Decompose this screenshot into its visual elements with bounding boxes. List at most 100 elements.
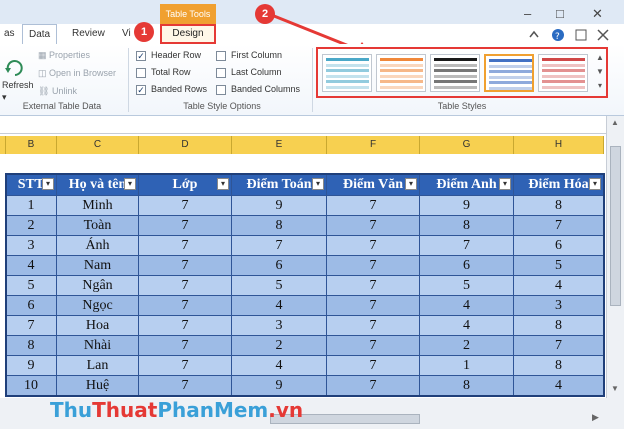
- table-style-swatch-4[interactable]: [484, 54, 534, 92]
- table-cell[interactable]: 7: [6, 316, 57, 336]
- table-cell[interactable]: 7: [420, 236, 514, 256]
- table-cell[interactable]: 7: [327, 336, 420, 356]
- column-letter-header[interactable]: H: [514, 136, 604, 154]
- table-cell[interactable]: 2: [420, 336, 514, 356]
- column-letter-header[interactable]: D: [139, 136, 232, 154]
- header-row-checkbox[interactable]: ✓: [136, 51, 146, 61]
- tab-data[interactable]: Data: [22, 24, 58, 44]
- table-cell[interactable]: Minh: [57, 196, 139, 216]
- table-cell[interactable]: 8: [232, 216, 327, 236]
- table-cell[interactable]: 8: [514, 316, 604, 336]
- filter-dropdown-icon[interactable]: ▾: [42, 178, 54, 190]
- table-cell[interactable]: 7: [139, 296, 232, 316]
- table-style-swatch-5[interactable]: [538, 54, 588, 92]
- table-cell[interactable]: 6: [6, 296, 57, 316]
- filter-dropdown-icon[interactable]: ▾: [499, 178, 511, 190]
- open-in-browser-button[interactable]: ◫ Open in Browser: [38, 68, 116, 79]
- table-cell[interactable]: 6: [514, 236, 604, 256]
- formula-bar[interactable]: [0, 116, 624, 134]
- table-header-cell[interactable]: Lớp ▾: [139, 174, 232, 196]
- table-cell[interactable]: 5: [232, 276, 327, 296]
- table-cell[interactable]: 2: [6, 216, 57, 236]
- table-cell[interactable]: 7: [139, 216, 232, 236]
- scroll-right-icon[interactable]: ▶: [592, 412, 599, 423]
- table-style-swatch-2[interactable]: [376, 54, 426, 92]
- table-cell[interactable]: 5: [6, 276, 57, 296]
- table-cell[interactable]: 7: [327, 276, 420, 296]
- column-letter-header[interactable]: B: [6, 136, 57, 154]
- table-cell[interactable]: 6: [232, 256, 327, 276]
- table-cell[interactable]: 1: [6, 196, 57, 216]
- table-cell[interactable]: 10: [6, 376, 57, 396]
- table-cell[interactable]: 4: [514, 376, 604, 396]
- first-column-checkbox[interactable]: [216, 51, 226, 61]
- table-style-swatch-3[interactable]: [430, 54, 480, 92]
- column-letter-header[interactable]: F: [327, 136, 420, 154]
- table-cell[interactable]: 9: [6, 356, 57, 376]
- refresh-button[interactable]: Refresh: [2, 80, 34, 90]
- table-cell[interactable]: 7: [327, 216, 420, 236]
- table-cell[interactable]: 8: [6, 336, 57, 356]
- tab-home-partial[interactable]: as: [0, 24, 21, 44]
- table-cell[interactable]: 7: [327, 316, 420, 336]
- table-cell[interactable]: 2: [232, 336, 327, 356]
- scroll-down-icon[interactable]: ▼: [611, 384, 619, 393]
- table-header-cell[interactable]: Điểm Toán ▾: [232, 174, 327, 196]
- minimize-button[interactable]: –: [524, 6, 531, 21]
- table-cell[interactable]: 9: [420, 196, 514, 216]
- vertical-scrollbar[interactable]: ▲ ▼: [606, 116, 624, 398]
- unlink-button[interactable]: ⛓ Unlink: [38, 86, 77, 97]
- table-cell[interactable]: 8: [514, 196, 604, 216]
- table-cell[interactable]: 8: [420, 216, 514, 236]
- table-cell[interactable]: 5: [514, 256, 604, 276]
- filter-dropdown-icon[interactable]: ▾: [124, 178, 136, 190]
- last-column-checkbox[interactable]: [216, 68, 226, 78]
- restore-button[interactable]: □: [556, 6, 564, 21]
- filter-dropdown-icon[interactable]: ▾: [405, 178, 417, 190]
- worksheet-grid[interactable]: B C D E F G H STT ▾ Họ và tên ▾ Lớp ▾ Điểm Toán ▾ Điểm …: [0, 136, 605, 398]
- table-cell[interactable]: Toàn: [57, 216, 139, 236]
- table-header-cell[interactable]: Họ và tên ▾: [57, 174, 139, 196]
- table-cell[interactable]: 7: [139, 256, 232, 276]
- vertical-scroll-thumb[interactable]: [610, 146, 621, 306]
- table-cell[interactable]: 1: [420, 356, 514, 376]
- table-cell[interactable]: 8: [514, 356, 604, 376]
- table-cell[interactable]: 4: [420, 296, 514, 316]
- gallery-scroll[interactable]: ▲ ▼ ▾: [594, 51, 606, 95]
- table-header-cell[interactable]: Điểm Anh ▾: [420, 174, 514, 196]
- table-cell[interactable]: Ngân: [57, 276, 139, 296]
- table-cell[interactable]: 3: [232, 316, 327, 336]
- banded-rows-checkbox[interactable]: ✓: [136, 85, 146, 95]
- banded-columns-checkbox[interactable]: [216, 85, 226, 95]
- table-cell[interactable]: 4: [232, 356, 327, 376]
- column-letter-header[interactable]: G: [420, 136, 514, 154]
- table-cell[interactable]: 5: [420, 276, 514, 296]
- table-style-swatch-1[interactable]: [322, 54, 372, 92]
- table-cell[interactable]: 4: [420, 316, 514, 336]
- table-cell[interactable]: 7: [139, 196, 232, 216]
- filter-dropdown-icon[interactable]: ▾: [217, 178, 229, 190]
- table-cell[interactable]: Ngọc: [57, 296, 139, 316]
- column-letter-header[interactable]: C: [57, 136, 139, 154]
- table-header-cell[interactable]: Điểm Hóa ▾: [514, 174, 604, 196]
- table-cell[interactable]: 3: [6, 236, 57, 256]
- table-header-cell[interactable]: Điểm Văn ▾: [327, 174, 420, 196]
- table-cell[interactable]: 7: [327, 256, 420, 276]
- table-cell[interactable]: 7: [327, 196, 420, 216]
- table-cell[interactable]: 3: [514, 296, 604, 316]
- table-cell[interactable]: Ánh: [57, 236, 139, 256]
- table-cell[interactable]: Hoa: [57, 316, 139, 336]
- table-cell[interactable]: 4: [232, 296, 327, 316]
- close-button[interactable]: ✕: [592, 6, 603, 22]
- properties-button[interactable]: ▦ Properties: [38, 50, 90, 61]
- table-cell[interactable]: 7: [139, 236, 232, 256]
- tab-review[interactable]: Review: [66, 24, 111, 44]
- table-cell[interactable]: 7: [139, 276, 232, 296]
- table-cell[interactable]: 7: [232, 236, 327, 256]
- table-cell[interactable]: 7: [514, 216, 604, 236]
- table-header-cell[interactable]: STT ▾: [6, 174, 57, 196]
- gallery-down-icon[interactable]: ▼: [594, 65, 606, 79]
- column-letter-header[interactable]: E: [232, 136, 327, 154]
- table-cell[interactable]: Lan: [57, 356, 139, 376]
- table-cell[interactable]: Nam: [57, 256, 139, 276]
